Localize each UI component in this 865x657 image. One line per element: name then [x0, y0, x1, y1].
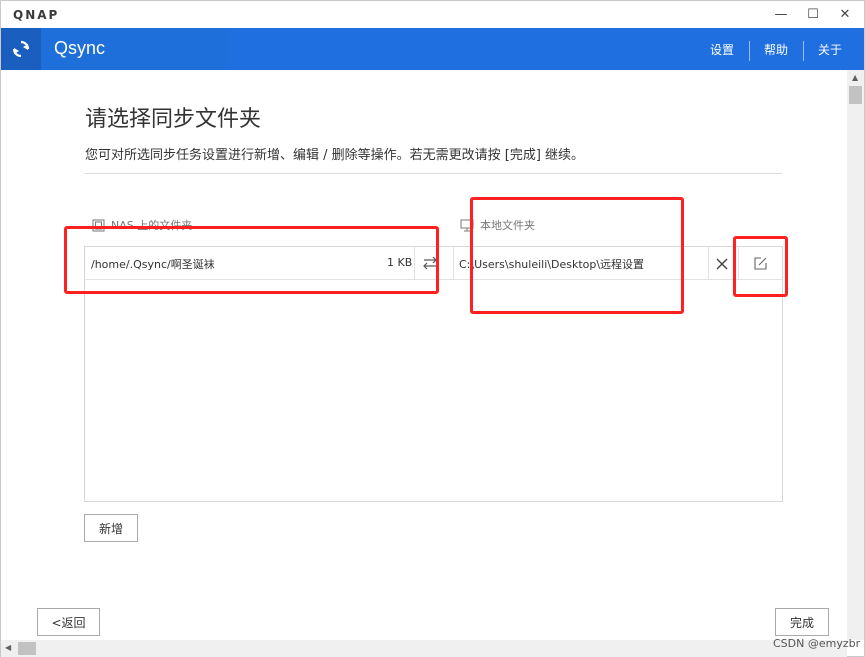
app-header: Qsync 设置 帮助 关于 [1, 28, 864, 70]
qsync-window: QNAP — ☐ ✕ Qsync 设置 帮助 关于 请选择同步文件夹 您可对所选… [0, 0, 865, 657]
delete-icon[interactable] [715, 256, 729, 275]
title-bar: QNAP — ☐ ✕ [1, 1, 864, 28]
annotation-box-edit [733, 236, 788, 297]
divider [85, 173, 782, 174]
sync-icon [1, 28, 41, 70]
nav-divider [803, 41, 804, 61]
add-button[interactable]: 新增 [84, 514, 138, 542]
vertical-scroll-thumb[interactable] [849, 86, 862, 104]
close-window-button[interactable]: ✕ [835, 5, 855, 25]
minimize-button[interactable]: — [771, 5, 791, 25]
back-button[interactable]: <返回 [37, 608, 100, 636]
vertical-scrollbar[interactable]: ▲ [847, 70, 864, 640]
annotation-box-local [470, 197, 684, 314]
annotation-box-nas [64, 226, 439, 294]
nav-about[interactable]: 关于 [818, 41, 842, 58]
page-subtitle: 您可对所选同步任务设置进行新增、编辑 / 删除等操作。若无需更改请按 [完成] … [85, 148, 585, 163]
nav-settings[interactable]: 设置 [710, 41, 734, 58]
finish-button[interactable]: 完成 [775, 608, 829, 636]
cell-divider [453, 247, 454, 280]
scroll-up-icon[interactable]: ▲ [852, 73, 858, 82]
cell-divider [708, 247, 709, 280]
page-title: 请选择同步文件夹 [85, 107, 262, 132]
maximize-button[interactable]: ☐ [803, 5, 823, 25]
nav-help[interactable]: 帮助 [764, 41, 788, 58]
horizontal-scrollbar[interactable]: ◀ [1, 640, 847, 657]
scroll-left-icon[interactable]: ◀ [5, 643, 11, 652]
qnap-logo: QNAP [13, 8, 60, 22]
nav-divider [749, 41, 750, 61]
watermark: CSDN @emyzbr [773, 637, 861, 650]
horizontal-scroll-thumb[interactable] [18, 642, 36, 655]
app-title: Qsync [54, 38, 106, 58]
